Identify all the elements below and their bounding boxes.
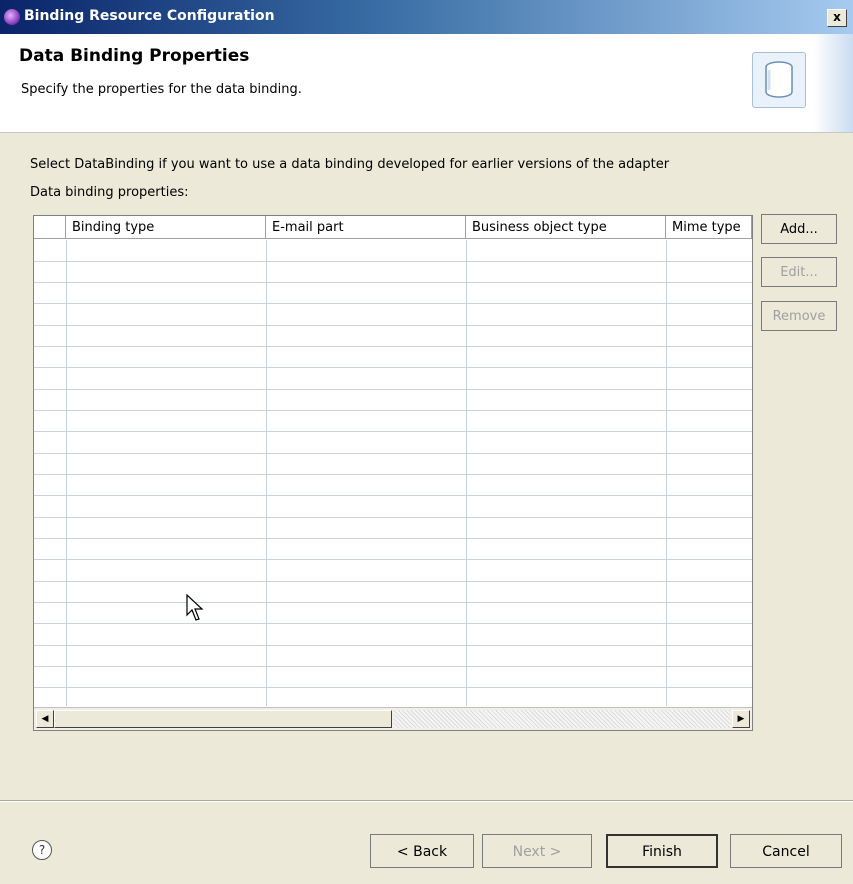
row-divider (34, 453, 752, 454)
row-header-corner (34, 216, 66, 239)
row-divider (34, 389, 752, 390)
row-divider (34, 666, 752, 667)
scroll-right-arrow-icon[interactable]: ▶ (732, 710, 750, 728)
row-divider (34, 346, 752, 347)
close-button[interactable]: x (827, 9, 847, 27)
next-button[interactable]: Next > (482, 834, 592, 868)
column-header-mime-type[interactable]: Mime type (666, 216, 752, 239)
table-label: Data binding properties: (30, 185, 189, 200)
row-divider (34, 623, 752, 624)
row-divider (34, 602, 752, 603)
footer-separator (0, 800, 853, 802)
row-divider (34, 538, 752, 539)
row-divider (34, 261, 752, 262)
wizard-banner: Data Binding Properties Specify the prop… (0, 34, 853, 133)
row-divider (34, 303, 752, 304)
table-body[interactable] (34, 240, 752, 706)
banner-gradient (813, 34, 853, 132)
row-divider (34, 431, 752, 432)
cancel-button[interactable]: Cancel (730, 834, 842, 868)
finish-button[interactable]: Finish (606, 834, 718, 868)
row-divider (34, 367, 752, 368)
row-divider (34, 687, 752, 688)
app-icon (4, 9, 20, 25)
column-divider (266, 240, 267, 706)
table-header: Binding type E-mail part Business object… (34, 216, 752, 240)
column-header-binding-type[interactable]: Binding type (66, 216, 266, 239)
row-divider (34, 645, 752, 646)
back-button[interactable]: < Back (370, 834, 474, 868)
help-icon[interactable]: ? (32, 840, 52, 860)
row-divider (34, 282, 752, 283)
horizontal-scrollbar[interactable]: ◀ ▶ (34, 707, 752, 730)
row-divider (34, 581, 752, 582)
title-bar: Binding Resource Configuration x (0, 0, 853, 34)
row-divider (34, 495, 752, 496)
scroll-left-arrow-icon[interactable]: ◀ (36, 710, 54, 728)
page-title: Data Binding Properties (19, 46, 250, 66)
scrollbar-track[interactable] (394, 710, 730, 728)
column-header-email-part[interactable]: E-mail part (266, 216, 466, 239)
column-divider (466, 240, 467, 706)
data-binding-table[interactable]: Binding type E-mail part Business object… (33, 215, 753, 731)
hint-text: Select DataBinding if you want to use a … (30, 157, 670, 172)
row-divider (34, 474, 752, 475)
row-divider (34, 559, 752, 560)
mouse-pointer-icon (186, 593, 206, 628)
row-divider (34, 410, 752, 411)
remove-button[interactable]: Remove (761, 301, 837, 331)
column-divider (66, 240, 67, 706)
add-button[interactable]: Add... (761, 214, 837, 244)
column-divider (666, 240, 667, 706)
row-divider (34, 325, 752, 326)
page-description: Specify the properties for the data bind… (21, 82, 302, 97)
window-title: Binding Resource Configuration (24, 8, 275, 24)
edit-button[interactable]: Edit... (761, 257, 837, 287)
database-icon (752, 52, 806, 108)
scrollbar-thumb[interactable] (54, 710, 392, 728)
row-divider (34, 517, 752, 518)
column-header-business-object-type[interactable]: Business object type (466, 216, 666, 239)
